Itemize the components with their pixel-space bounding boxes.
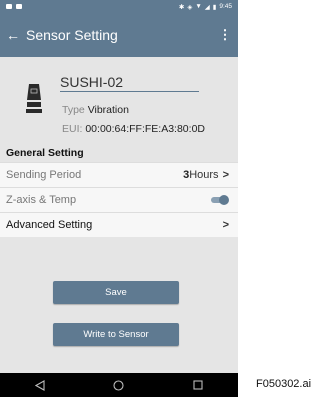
- eui-label: EUI:: [62, 123, 83, 135]
- android-nav-bar: [0, 373, 238, 397]
- zaxis-temp-label: Z-axis & Temp: [6, 194, 77, 206]
- eui-value: 00:00:64:FF:FE:A3:80:0D: [85, 123, 205, 135]
- system-status: ✱ ◈ ▼ ◢ ▮ 9:45: [179, 3, 232, 11]
- battery-icon: ▮: [212, 3, 217, 11]
- phone-screen: ✱ ◈ ▼ ◢ ▮ 9:45 ← Sensor Setting ⋮ Type V…: [0, 0, 238, 397]
- home-nav-icon[interactable]: [109, 377, 129, 393]
- type-label: Type: [62, 104, 85, 116]
- chevron-right-icon: >: [222, 219, 229, 231]
- page-title: Sensor Setting: [26, 27, 118, 43]
- write-to-sensor-button[interactable]: Write to Sensor: [53, 323, 179, 346]
- bluetooth-icon: ✱: [178, 3, 185, 11]
- more-vertical-icon[interactable]: ⋮: [218, 27, 232, 43]
- zaxis-temp-row: Z-axis & Temp: [0, 187, 238, 212]
- app-bar: ← Sensor Setting ⋮: [0, 13, 238, 57]
- arrow-left-icon[interactable]: ←: [6, 27, 22, 43]
- wifi-icon: ▼: [195, 3, 202, 10]
- back-nav-icon[interactable]: [30, 377, 50, 393]
- signal-icon: ◢: [204, 3, 210, 11]
- type-value: Vibration: [87, 104, 129, 116]
- sensor-eui: EUI: 00:00:64:FF:FE:A3:80:0D: [62, 123, 205, 135]
- advanced-setting-label: Advanced Setting: [6, 219, 93, 231]
- status-time: 9:45: [219, 3, 232, 10]
- sending-period-label: Sending Period: [6, 169, 82, 181]
- vibrate-icon: ◈: [187, 3, 193, 11]
- sending-period-value: 3Hours: [183, 169, 218, 181]
- notification-icon: [16, 4, 22, 9]
- figure-caption: F050302.ai: [256, 378, 312, 390]
- sensor-device-icon: [26, 84, 42, 113]
- recents-nav-icon[interactable]: [188, 377, 208, 393]
- sensor-name-input[interactable]: [60, 74, 199, 92]
- sending-period-unit: Hours: [189, 169, 219, 181]
- notification-icon: [6, 4, 12, 9]
- status-bar: ✱ ◈ ▼ ◢ ▮ 9:45: [0, 0, 238, 13]
- general-setting-header: General Setting: [0, 144, 238, 162]
- sending-period-row[interactable]: Sending Period 3Hours >: [0, 162, 238, 187]
- sensor-type: Type Vibration: [62, 104, 129, 116]
- zaxis-temp-toggle[interactable]: [209, 195, 229, 205]
- save-button[interactable]: Save: [53, 281, 179, 304]
- notification-icons: [6, 4, 22, 9]
- device-info-panel: Type Vibration EUI: 00:00:64:FF:FE:A3:80…: [0, 57, 238, 144]
- toggle-knob: [219, 195, 229, 205]
- advanced-setting-row[interactable]: Advanced Setting >: [0, 212, 238, 237]
- chevron-right-icon: >: [222, 169, 229, 181]
